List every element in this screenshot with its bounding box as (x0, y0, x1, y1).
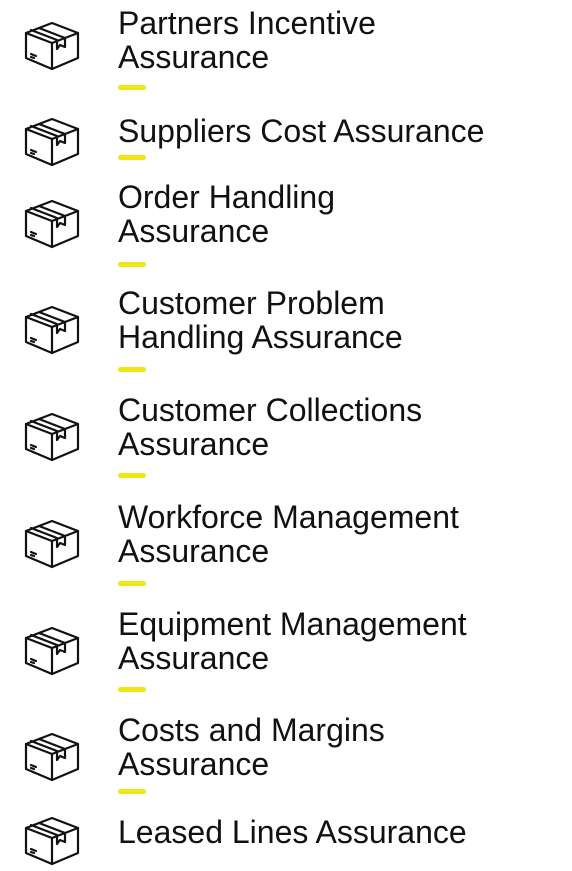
list-item: Costs and Margins Assurance (0, 713, 572, 813)
item-label: Customer Collections Assurance (118, 392, 423, 462)
package-box-icon (20, 617, 84, 681)
package-box-icon (20, 108, 84, 172)
list-item: Leased Lines Assurance (0, 814, 572, 866)
item-label: Workforce Management Assurance (118, 499, 459, 569)
list-item: Customer Problem Handling Assurance (0, 286, 572, 386)
item-label: Suppliers Cost Assurance (118, 113, 485, 149)
item-label: Leased Lines Assurance (118, 814, 467, 850)
accent-underline (118, 262, 146, 267)
list-item: Order Handling Assurance (0, 180, 572, 280)
package-box-icon (20, 190, 84, 254)
accent-underline (118, 473, 146, 478)
package-box-icon (20, 296, 84, 360)
package-box-icon (20, 12, 84, 76)
item-label: Equipment Management Assurance (118, 606, 467, 676)
accent-underline (118, 789, 146, 794)
list-item: Partners Incentive Assurance (0, 6, 572, 106)
list-item: Equipment Management Assurance (0, 607, 572, 707)
accent-underline (118, 687, 146, 692)
package-box-icon (20, 807, 84, 871)
package-box-icon (20, 723, 84, 787)
package-box-icon (20, 403, 84, 467)
item-label: Customer Problem Handling Assurance (118, 285, 403, 355)
accent-underline (118, 581, 146, 586)
list-item: Suppliers Cost Assurance (0, 114, 572, 174)
item-label: Order Handling Assurance (118, 179, 335, 249)
package-box-icon (20, 510, 84, 574)
accent-underline (118, 155, 146, 160)
assurance-list: Partners Incentive Assurance Suppliers C… (0, 0, 572, 866)
item-label: Costs and Margins Assurance (118, 712, 385, 782)
item-label: Partners Incentive Assurance (118, 5, 376, 75)
list-item: Customer Collections Assurance (0, 393, 572, 493)
list-item: Workforce Management Assurance (0, 500, 572, 600)
accent-underline (118, 85, 146, 90)
accent-underline (118, 367, 146, 372)
